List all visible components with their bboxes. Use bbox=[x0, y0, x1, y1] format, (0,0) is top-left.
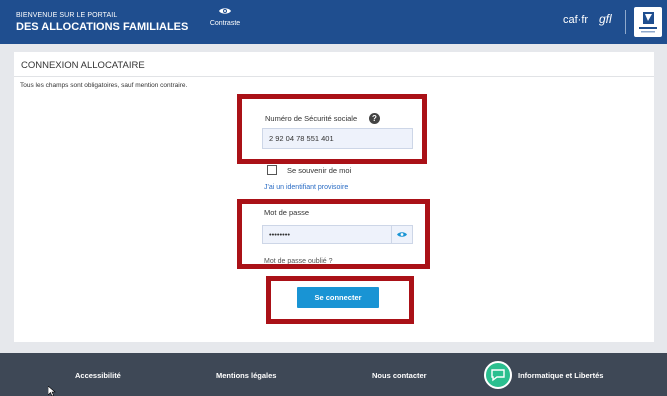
brand-title[interactable]: DES ALLOCATIONS FAMILIALES bbox=[16, 21, 188, 33]
highlight-frame-nss bbox=[237, 94, 427, 164]
eye-icon bbox=[219, 8, 231, 14]
contrast-label: Contraste bbox=[209, 20, 241, 27]
republic-logo bbox=[634, 7, 662, 37]
footer-accessibility-link[interactable]: Accessibilité bbox=[75, 371, 121, 380]
remember-checkbox[interactable] bbox=[267, 165, 277, 175]
title-divider bbox=[14, 76, 654, 77]
logo-divider bbox=[625, 10, 626, 34]
brand-tagline: BIENVENUE SUR LE PORTAIL bbox=[16, 12, 118, 19]
highlight-frame-login bbox=[266, 276, 414, 324]
site-footer: Accessibilité Mentions légales Nous cont… bbox=[0, 353, 667, 396]
remember-label: Se souvenir de moi bbox=[287, 166, 352, 175]
footer-privacy-link[interactable]: Informatique et Libertés bbox=[518, 371, 603, 380]
contrast-toggle[interactable]: Contraste bbox=[200, 7, 250, 27]
provisional-id-link[interactable]: J'ai un identifiant provisoire bbox=[264, 184, 348, 191]
footer-contact-link[interactable]: Nous contacter bbox=[372, 371, 427, 380]
footer-legal-link[interactable]: Mentions légales bbox=[216, 371, 276, 380]
highlight-frame-password bbox=[237, 199, 430, 269]
required-note: Tous les champs sont obligatoires, sauf … bbox=[20, 82, 188, 89]
top-header: BIENVENUE SUR LE PORTAIL DES ALLOCATIONS… bbox=[0, 0, 667, 44]
caf-logo[interactable]: caf·fr bbox=[563, 14, 588, 26]
partner-logo: gfl bbox=[599, 12, 612, 26]
page-title: CONNEXION ALLOCATAIRE bbox=[21, 60, 145, 71]
chat-bubble-icon[interactable] bbox=[484, 361, 512, 389]
marianne-icon bbox=[639, 12, 657, 33]
mouse-cursor-icon bbox=[48, 386, 56, 396]
